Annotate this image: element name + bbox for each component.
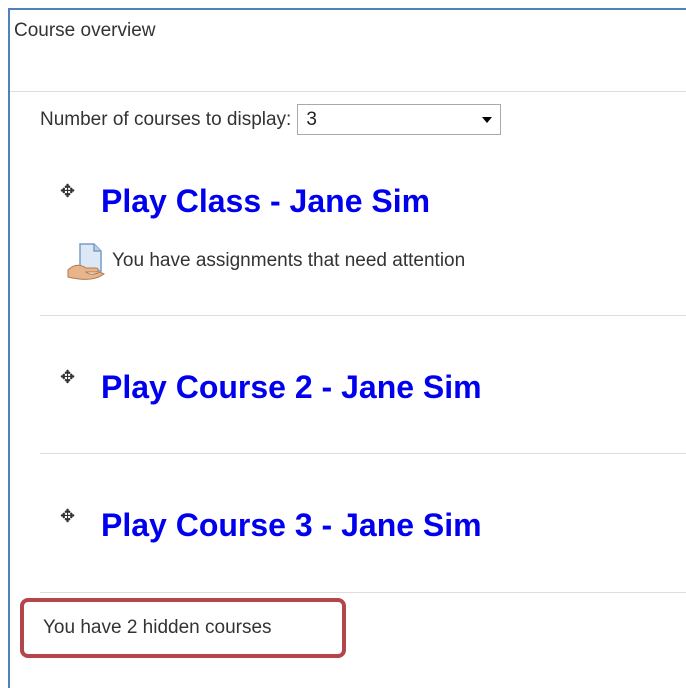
courses-to-display-select[interactable]: 3 — [297, 104, 502, 135]
block-header: Course overview — [10, 10, 686, 92]
assignment-notice: You have assignments that need attention — [66, 242, 465, 280]
hidden-courses-note: You have 2 hidden courses — [20, 598, 346, 658]
move-icon[interactable]: ✥ — [60, 507, 75, 525]
assignment-notice-text: You have assignments that need attention — [112, 250, 466, 271]
block-title: Course overview — [14, 20, 156, 41]
assignment-hand-icon — [67, 243, 105, 280]
course-title-link[interactable]: Play Course 3 - Jane Sim — [101, 507, 482, 544]
move-icon[interactable]: ✥ — [60, 368, 75, 386]
chevron-down-icon[interactable] — [482, 117, 493, 123]
courses-to-display-row: Number of courses to display: 3 — [40, 104, 502, 135]
course-item: ✥ Play Course 2 - Jane Sim — [40, 316, 686, 454]
select-value: 3 — [306, 109, 317, 130]
course-item: ✥ Play Course 3 - Jane Sim — [40, 454, 686, 593]
course-title-link[interactable]: Play Class - Jane Sim — [101, 183, 430, 220]
move-icon[interactable]: ✥ — [60, 182, 75, 200]
course-item: ✥ Play Class - Jane Sim You have assignm… — [40, 170, 686, 316]
courses-to-display-label: Number of courses to display: — [40, 108, 292, 130]
course-title-link[interactable]: Play Course 2 - Jane Sim — [101, 369, 482, 406]
